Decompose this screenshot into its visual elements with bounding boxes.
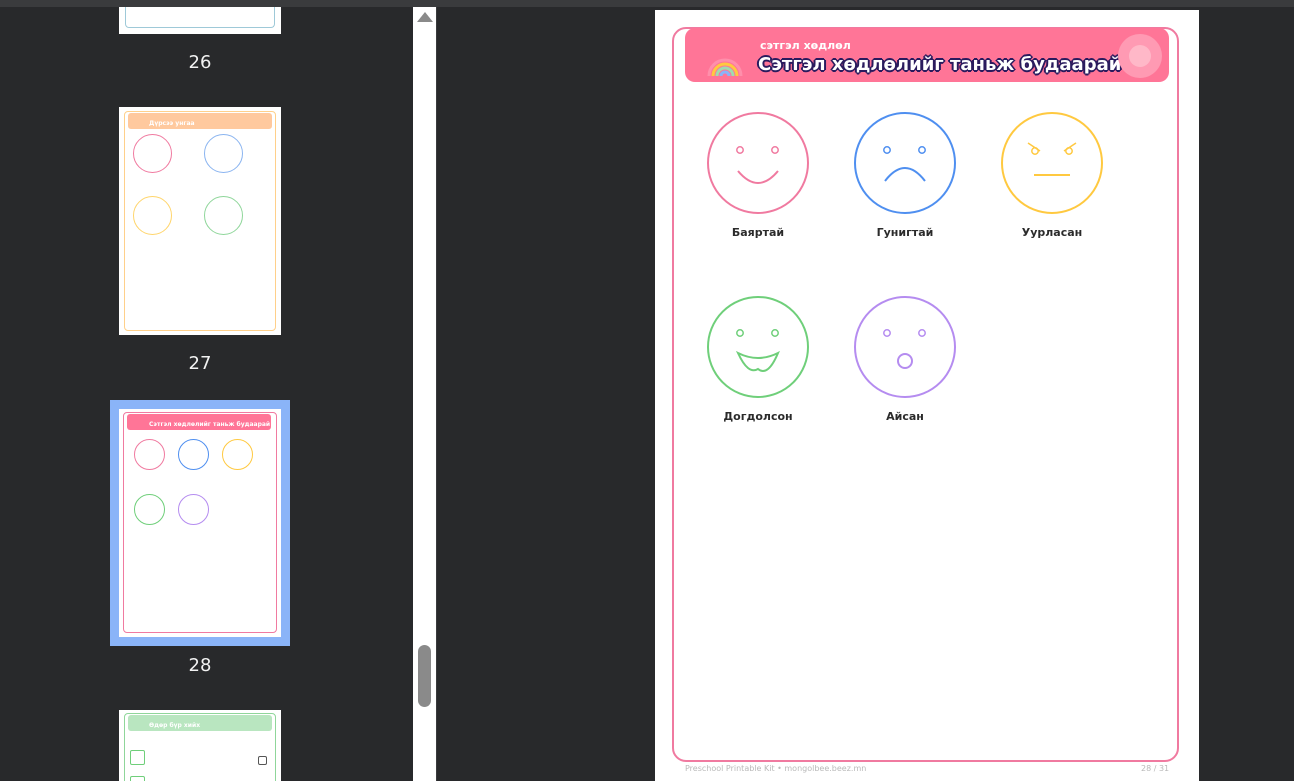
thumbnail-title: Дүрсээ унгаа	[149, 120, 195, 127]
scared-face-icon	[854, 296, 956, 398]
scrollbar-thumb[interactable]	[418, 645, 431, 707]
face-label: Уурласан	[1021, 226, 1083, 239]
thumbnail-circle	[133, 134, 172, 173]
thumbnail-face-happy	[134, 439, 165, 470]
page-number: 28 / 31	[1141, 764, 1170, 773]
thumbnail-checkbox	[130, 750, 145, 765]
happy-face-icon	[707, 112, 809, 214]
face-label: Догдолсон	[723, 410, 793, 423]
rainbow-icon	[707, 58, 743, 77]
thumbnail-circle	[204, 196, 243, 235]
thumbnail-frame	[125, 7, 275, 28]
face-label: Баяртай	[731, 226, 785, 239]
scroll-up-arrow-icon[interactable]	[417, 12, 433, 22]
document-page: сэтгэл хөдлөл Сэтгэл хөдлөлийг таньж буд…	[655, 10, 1199, 781]
banner-title: Сэтгэл хөдлөлийг таньж будаарай	[758, 54, 1122, 75]
thumbnail-circle	[204, 134, 243, 173]
banner-subtitle: сэтгэл хөдлөл	[760, 39, 851, 52]
thumbnail-page-28[interactable]: Сэтгэл хөдлөлийг таньж будаарай	[119, 409, 281, 637]
thumbnail-checkbox	[130, 776, 145, 781]
thumbnail-page-26[interactable]	[119, 7, 281, 34]
thumbnail-face-excited	[134, 494, 165, 525]
page-footer-left: Preschool Printable Kit • mongolbee.beez…	[685, 764, 867, 773]
thumbnail-checkbox	[258, 756, 267, 765]
sad-face-icon	[854, 112, 956, 214]
thumbnail-number: 28	[188, 655, 212, 676]
page-banner: сэтгэл хөдлөл Сэтгэл хөдлөлийг таньж буд…	[685, 28, 1169, 82]
thumbnail-sidebar[interactable]: 26 Дүрсээ унгаа 27 Сэтгэл хөдлөлийг тань…	[0, 7, 413, 781]
divider	[436, 7, 437, 781]
thumbnail-face-scared	[178, 494, 209, 525]
thumbnail-number: 27	[188, 353, 212, 374]
thumbnail-face-angry	[222, 439, 253, 470]
thumbnail-face-sad	[178, 439, 209, 470]
face-label: Гунигтай	[876, 226, 934, 239]
thumbnail-circle	[133, 196, 172, 235]
angry-face-icon	[1001, 112, 1103, 214]
thumbnail-page-27[interactable]: Дүрсээ унгаа	[119, 107, 281, 335]
face-label: Айсан	[886, 410, 924, 423]
thumbnail-title: Сэтгэл хөдлөлийг таньж будаарай	[149, 421, 271, 428]
thumbnail-page-29[interactable]: Өдөр бүр хийх	[119, 710, 281, 781]
excited-face-icon	[707, 296, 809, 398]
thumbnail-number: 26	[188, 52, 212, 73]
thumbnail-title: Өдөр бүр хийх	[149, 722, 201, 729]
decorative-circle-icon	[1118, 34, 1162, 78]
top-bar	[0, 0, 1294, 7]
